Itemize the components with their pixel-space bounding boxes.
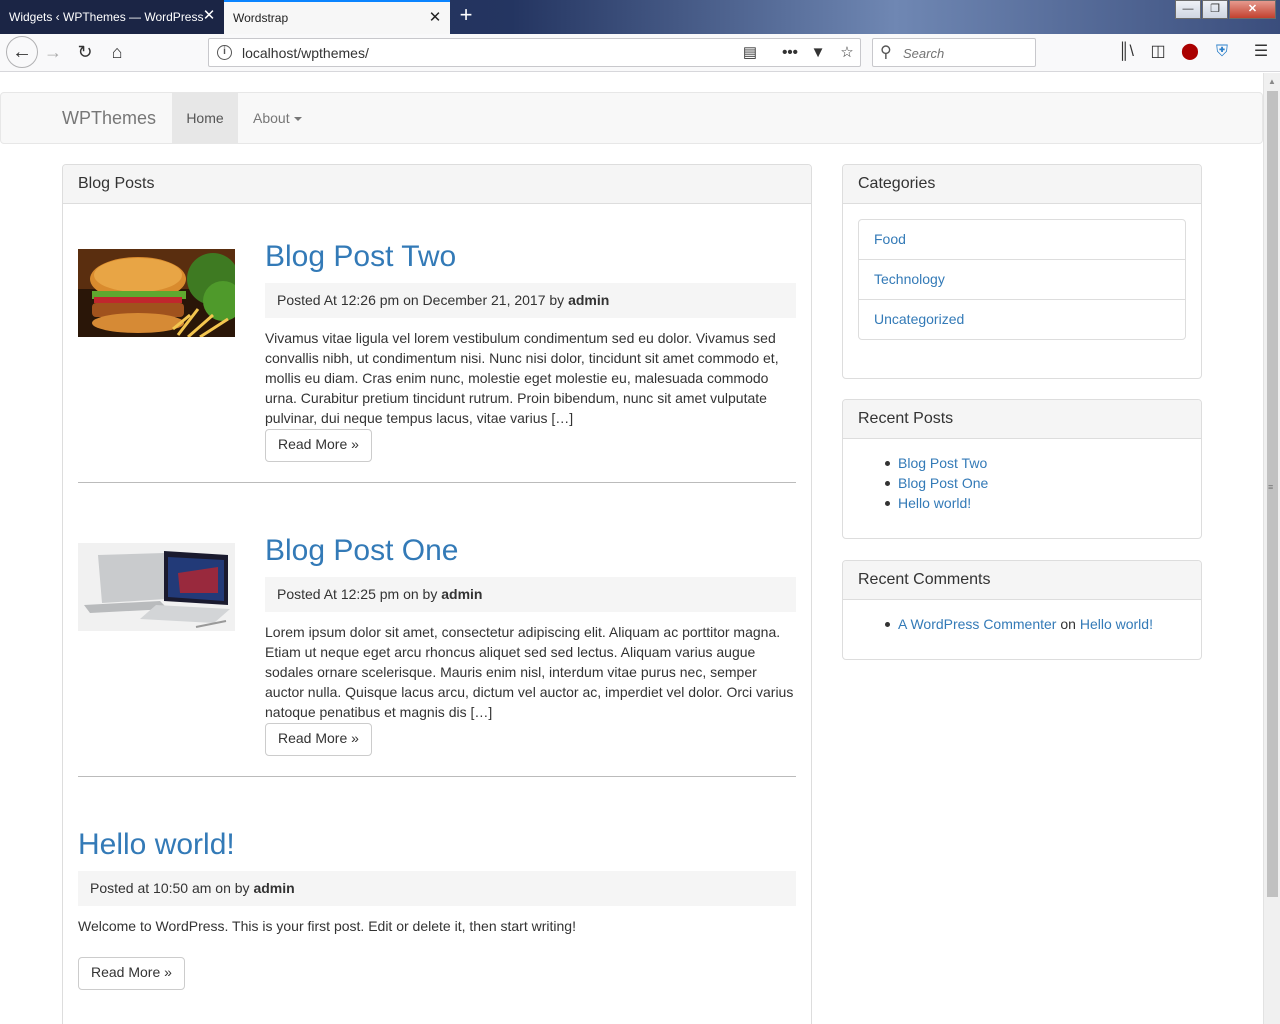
recent-post-link[interactable]: Hello world! <box>898 495 971 511</box>
shield-extension-icon[interactable]: ⛨ <box>1210 40 1234 64</box>
url-text[interactable]: localhost/wpthemes/ <box>242 45 369 61</box>
pocket-icon[interactable]: ▼ <box>808 43 828 63</box>
post-meta: Posted at 10:50 am on by admin <box>78 871 796 906</box>
panel-title: Blog Posts <box>63 165 811 204</box>
menu-icon[interactable]: ☰ <box>1249 40 1273 64</box>
ublock-icon[interactable]: ⬤ <box>1178 40 1202 64</box>
recent-post-link[interactable]: Blog Post One <box>898 475 988 491</box>
read-more-button[interactable]: Read More » <box>78 957 185 990</box>
category-link[interactable]: Food <box>858 219 1186 260</box>
close-tab-icon[interactable]: ✕ <box>202 8 216 23</box>
info-icon[interactable]: i <box>217 45 232 60</box>
categories-panel: Categories Food Technology Uncategorized <box>842 164 1202 379</box>
sidebar-icon[interactable]: ◫ <box>1146 40 1170 64</box>
list-item: Blog Post Two <box>884 453 988 473</box>
close-tab-icon[interactable]: ✕ <box>428 10 442 25</box>
scroll-up-icon[interactable]: ▲ <box>1268 77 1276 86</box>
tab-bar: Widgets ‹ WPThemes — WordPress ✕ Wordstr… <box>0 0 1280 34</box>
site-brand[interactable]: WPThemes <box>62 108 156 129</box>
post-excerpt: Lorem ipsum dolor sit amet, consectetur … <box>265 624 794 720</box>
url-bar[interactable]: i localhost/wpthemes/ ▤ ••• ▼ ☆ <box>208 38 861 67</box>
post-thumbnail-burger[interactable] <box>78 249 235 337</box>
site-navbar: WPThemes Home About <box>0 92 1263 144</box>
post-title-link[interactable]: Blog Post Two <box>265 240 456 274</box>
recent-posts-list: Blog Post Two Blog Post One Hello world! <box>884 453 988 513</box>
post-author: admin <box>253 880 295 896</box>
forward-icon[interactable]: → <box>38 37 68 67</box>
post-excerpt: Vivamus vitae ligula vel lorem vestibulu… <box>265 330 779 426</box>
read-more-button[interactable]: Read More » <box>265 723 372 756</box>
bookmark-star-icon[interactable]: ☆ <box>837 43 857 63</box>
search-placeholder: Search <box>903 46 945 61</box>
panel-title: Recent Posts <box>843 400 1201 439</box>
post-divider <box>78 482 796 483</box>
tab-title: Widgets ‹ WPThemes — WordPress <box>9 10 204 24</box>
panel-title: Categories <box>843 165 1201 204</box>
post-meta-text: Posted at 10:50 am on by <box>90 880 250 896</box>
tab-title: Wordstrap <box>233 11 289 25</box>
list-item: Hello world! <box>884 493 988 513</box>
back-icon[interactable]: ← <box>6 36 38 68</box>
reload-icon[interactable]: ↻ <box>70 37 100 67</box>
more-actions-icon[interactable]: ••• <box>780 43 800 63</box>
burger-image <box>78 249 235 337</box>
scrollbar-thumb[interactable] <box>1267 91 1278 897</box>
category-link[interactable]: Technology <box>858 259 1186 300</box>
nav-home-link[interactable]: Home <box>172 93 238 143</box>
blog-posts-panel: Blog Posts Blog Post Two Posted At 12:26… <box>62 164 812 1024</box>
post-title-link[interactable]: Hello world! <box>78 828 235 862</box>
list-item: A WordPress Commenter on Hello world! <box>885 614 1153 634</box>
read-more-button[interactable]: Read More » <box>265 429 372 462</box>
page-viewport: WPThemes Home About Blog Posts Blog Post… <box>0 73 1263 1024</box>
library-icon[interactable]: ║\ <box>1114 40 1138 64</box>
caret-down-icon <box>293 117 302 122</box>
post-thumbnail-laptop[interactable] <box>78 543 235 631</box>
post-meta-text: Posted At 12:26 pm on December 21, 2017 … <box>277 292 565 308</box>
post-divider <box>78 776 796 777</box>
comment-on-text: on <box>1060 616 1076 632</box>
comment-author-link[interactable]: A WordPress Commenter <box>898 616 1056 632</box>
post-author: admin <box>568 292 610 308</box>
category-link[interactable]: Uncategorized <box>858 299 1186 340</box>
recent-posts-panel: Recent Posts Blog Post Two Blog Post One… <box>842 399 1202 539</box>
search-icon: ⚲ <box>880 44 892 61</box>
search-bar[interactable]: ⚲ Search <box>872 38 1036 67</box>
post-meta: Posted At 12:25 pm on by admin <box>265 577 796 612</box>
post-title-link[interactable]: Blog Post One <box>265 534 458 568</box>
recent-comments-panel: Recent Comments A WordPress Commenter on… <box>842 560 1202 660</box>
list-item: Blog Post One <box>884 473 988 493</box>
reader-view-icon[interactable]: ▤ <box>740 43 760 63</box>
tab-wordstrap[interactable]: Wordstrap ✕ <box>224 0 450 34</box>
nav-about-label: About <box>253 110 290 126</box>
recent-post-link[interactable]: Blog Post Two <box>898 455 987 471</box>
post-meta-text: Posted At 12:25 pm on by <box>277 586 438 602</box>
page-scrollbar[interactable]: ▲ ≡ <box>1263 73 1280 1024</box>
post-meta: Posted At 12:26 pm on December 21, 2017 … <box>265 283 796 318</box>
nav-about-dropdown[interactable]: About <box>253 93 302 143</box>
new-tab-button[interactable]: + <box>455 4 477 27</box>
category-list: Food Technology Uncategorized <box>858 219 1186 340</box>
scrollbar-grip-icon: ≡ <box>1268 482 1274 492</box>
tab-widgets[interactable]: Widgets ‹ WPThemes — WordPress ✕ <box>0 0 224 34</box>
post-excerpt: Welcome to WordPress. This is your first… <box>78 918 576 934</box>
minimize-button[interactable]: — <box>1175 0 1201 19</box>
maximize-button[interactable]: ❐ <box>1202 0 1228 19</box>
post-author: admin <box>441 586 483 602</box>
recent-comments-list: A WordPress Commenter on Hello world! <box>885 614 1153 634</box>
comment-post-link[interactable]: Hello world! <box>1080 616 1153 632</box>
home-icon[interactable]: ⌂ <box>102 37 132 67</box>
panel-title: Recent Comments <box>843 561 1201 600</box>
laptop-image <box>78 543 235 631</box>
close-window-button[interactable]: ✕ <box>1229 0 1276 19</box>
